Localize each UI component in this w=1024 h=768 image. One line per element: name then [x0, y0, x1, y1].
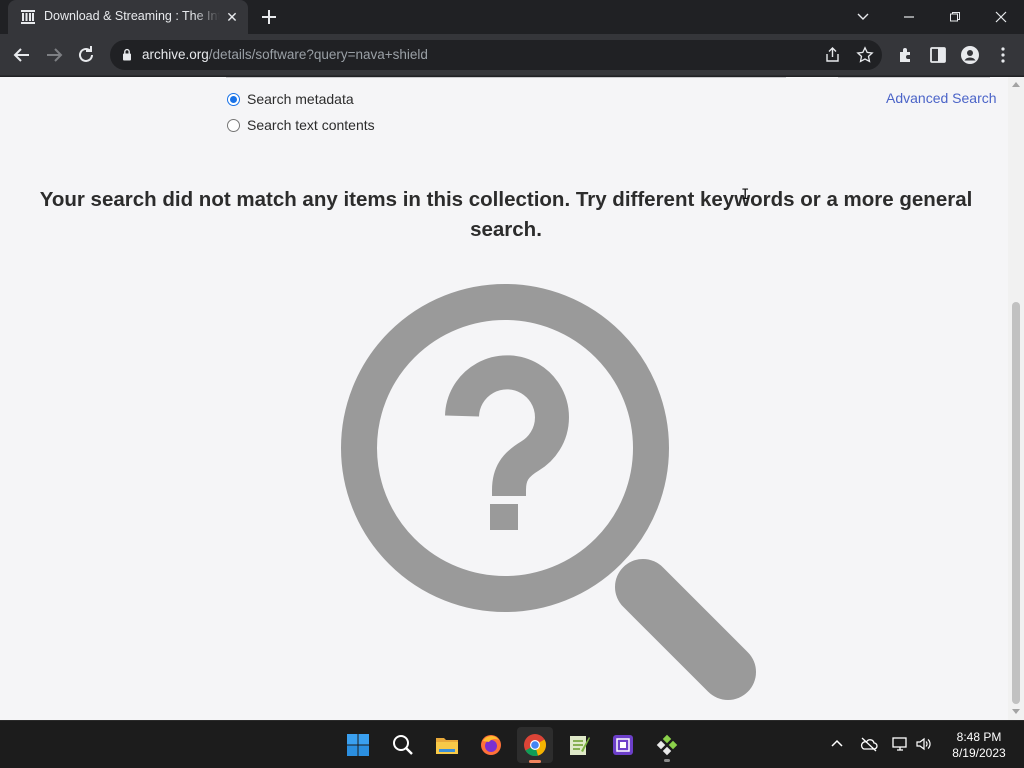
tab-search-icon[interactable]	[840, 0, 886, 34]
game-app-button[interactable]	[649, 727, 685, 763]
chrome-button[interactable]	[517, 727, 553, 763]
scroll-up-arrow-icon[interactable]	[1012, 81, 1020, 87]
lock-icon[interactable]	[122, 48, 132, 61]
windows-taskbar: 8:48 PM 8/19/2023	[0, 720, 1024, 768]
running-app-indicator	[664, 759, 670, 762]
firefox-button[interactable]	[473, 727, 509, 763]
page-viewport: Search metadata Search text contents Adv…	[0, 77, 1024, 720]
tab-strip: Download & Streaming : The Internet Arch…	[0, 0, 1024, 34]
restore-icon[interactable]	[932, 0, 978, 34]
scrollbar-thumb[interactable]	[1012, 302, 1020, 704]
network-icon[interactable]	[891, 735, 909, 753]
onedrive-offline-icon[interactable]	[860, 735, 878, 753]
search-icon	[393, 735, 413, 755]
reload-icon[interactable]	[74, 43, 98, 67]
file-explorer-button[interactable]	[429, 727, 465, 763]
firefox-icon	[481, 735, 501, 755]
notepad-plus-plus-icon	[570, 736, 590, 755]
back-icon[interactable]	[10, 43, 34, 67]
notepad-plus-plus-button[interactable]	[561, 727, 597, 763]
search-metadata-label[interactable]: Search metadata	[247, 91, 354, 107]
text-cursor-icon: I	[741, 187, 750, 203]
file-explorer-icon	[436, 738, 458, 754]
system-clock[interactable]: 8:48 PM 8/19/2023	[944, 729, 1014, 761]
tab-title: Download & Streaming : The Internet Arch…	[44, 9, 220, 23]
volume-icon[interactable]	[915, 735, 933, 753]
search-button-edge	[838, 77, 990, 78]
cpu-app-button[interactable]	[605, 727, 641, 763]
menu-icon[interactable]	[993, 45, 1013, 65]
minimize-icon[interactable]	[886, 0, 932, 34]
address-bar[interactable]: archive.org/details/software?query=nava+…	[110, 40, 882, 70]
cpu-app-icon	[613, 735, 633, 755]
new-tab-icon[interactable]	[258, 6, 280, 28]
search-text-contents-radio[interactable]	[227, 118, 240, 132]
advanced-search-link[interactable]: Advanced Search	[886, 90, 997, 106]
start-button[interactable]	[340, 727, 376, 763]
chevron-up-icon[interactable]	[828, 735, 846, 753]
scroll-down-arrow-icon[interactable]	[1012, 709, 1020, 715]
profile-icon[interactable]	[960, 45, 980, 65]
share-icon[interactable]	[824, 46, 842, 64]
browser-toolbar: archive.org/details/software?query=nava+…	[0, 34, 1024, 76]
side-panel-icon[interactable]	[928, 45, 948, 65]
search-text-contents-label[interactable]: Search text contents	[247, 117, 375, 133]
windows-start-icon	[347, 734, 369, 756]
clock-time: 8:48 PM	[956, 730, 1002, 744]
page-scrollbar[interactable]	[1008, 77, 1024, 720]
chrome-icon	[524, 734, 546, 757]
browser-tab[interactable]: Download & Streaming : The Internet Arch…	[8, 0, 248, 34]
search-metadata-option[interactable]: Search metadata	[227, 90, 354, 108]
magnifier-question-icon	[341, 284, 756, 700]
tab-close-icon[interactable]: ✕	[224, 9, 240, 25]
search-text-contents-option[interactable]: Search text contents	[227, 116, 375, 134]
search-metadata-radio[interactable]	[227, 92, 240, 106]
bookmark-star-icon[interactable]	[856, 46, 874, 64]
game-app-icon	[656, 734, 678, 756]
taskbar-search-button[interactable]	[385, 727, 421, 763]
close-window-icon[interactable]	[978, 0, 1024, 34]
url-text: archive.org/details/software?query=nava+…	[142, 47, 428, 62]
no-results-message: Your search did not match any items in t…	[39, 188, 973, 241]
archive-building-icon	[21, 10, 35, 24]
forward-icon[interactable]	[42, 43, 66, 67]
clock-date: 8/19/2023	[952, 746, 1006, 760]
active-app-indicator	[529, 760, 541, 763]
extensions-icon[interactable]	[896, 45, 916, 65]
search-box-edge	[226, 77, 786, 78]
